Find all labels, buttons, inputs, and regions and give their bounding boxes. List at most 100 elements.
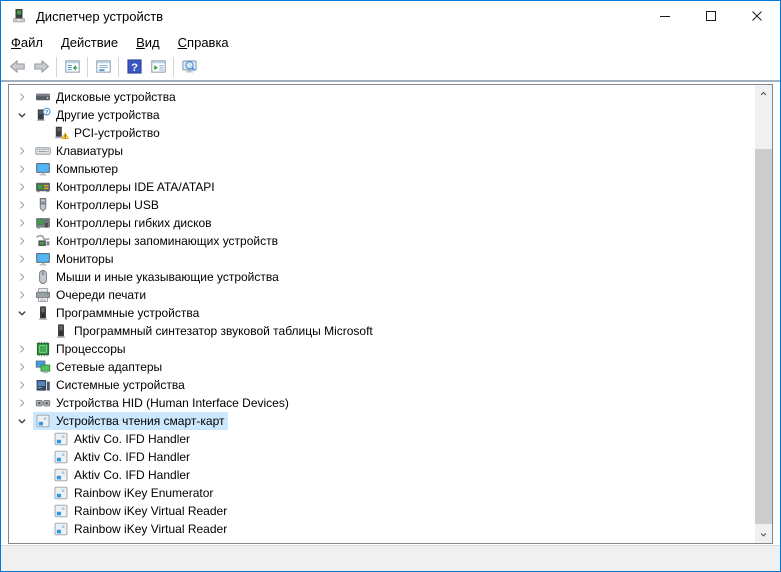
chevron-right-icon[interactable]	[14, 287, 30, 303]
chevron-right-icon[interactable]	[14, 89, 30, 105]
tree-row-label: Дисковые устройства	[56, 90, 176, 104]
device-tree: Дисковые устройства ?Другие устройстваPCI…	[9, 88, 755, 543]
tree-row-body[interactable]: Дисковые устройства	[33, 88, 180, 106]
tree-row[interactable]: Rainbow iKey Enumerator	[9, 484, 755, 502]
tree-row[interactable]: Программный синтезатор звуковой таблицы …	[9, 322, 755, 340]
properties-button[interactable]	[91, 55, 115, 79]
help-button[interactable]: ?	[122, 55, 146, 79]
tree-row-body[interactable]: Компьютер	[33, 160, 122, 178]
usb-icon	[35, 197, 51, 213]
tree-row[interactable]: Устройства чтения смарт-карт	[9, 412, 755, 430]
tree-row[interactable]: Сетевые адаптеры	[9, 358, 755, 376]
tree-row-body[interactable]: Aktiv Co. IFD Handler	[51, 448, 194, 466]
tree-row[interactable]: Клавиатуры	[9, 142, 755, 160]
chevron-right-icon[interactable]	[14, 269, 30, 285]
tree-row-body[interactable]: Контроллеры запоминающих устройств	[33, 232, 282, 250]
tree-row-label: Устройства HID (Human Interface Devices)	[56, 396, 289, 410]
tree-row-body[interactable]: Контроллеры гибких дисков	[33, 214, 216, 232]
tree-row[interactable]: Системные устройства	[9, 376, 755, 394]
tree-row-body[interactable]: PCI-устройство	[51, 124, 164, 142]
forward-button[interactable]	[29, 55, 53, 79]
smart-card-reader-icon	[53, 503, 69, 519]
tree-row[interactable]: Rainbow iKey Virtual Reader	[9, 520, 755, 538]
chevron-right-icon[interactable]	[14, 395, 30, 411]
minimize-button[interactable]	[642, 1, 688, 31]
tree-row[interactable]: Aktiv Co. IFD Handler	[9, 430, 755, 448]
chevron-right-icon[interactable]	[14, 359, 30, 375]
menu-file[interactable]: Файл	[2, 33, 52, 52]
tree-row-body[interactable]: Программные устройства	[33, 304, 203, 322]
tree-row-body[interactable]: ?Другие устройства	[33, 106, 164, 124]
tree-row-body[interactable]: Системные устройства	[33, 376, 189, 394]
chevron-down-icon[interactable]	[14, 107, 30, 123]
scrollbar-thumb[interactable]	[755, 149, 772, 524]
tree-row[interactable]: Процессоры	[9, 340, 755, 358]
chevron-down-icon[interactable]	[14, 305, 30, 321]
warning-device-icon	[53, 125, 69, 141]
processor-icon	[35, 341, 51, 357]
tree-row-body[interactable]: Очереди печати	[33, 286, 150, 304]
tree-row[interactable]: Очереди печати	[9, 286, 755, 304]
tree-row[interactable]: Контроллеры гибких дисков	[9, 214, 755, 232]
tree-row[interactable]: PCI-устройство	[9, 124, 755, 142]
chevron-right-icon[interactable]	[14, 251, 30, 267]
tree-row-body[interactable]: Rainbow iKey Virtual Reader	[51, 520, 231, 538]
tree-row[interactable]: ?Другие устройства	[9, 106, 755, 124]
tree-row-body[interactable]: Aktiv Co. IFD Handler	[51, 466, 194, 484]
show-console-tree-button[interactable]	[60, 55, 84, 79]
tree-row-body[interactable]: Процессоры	[33, 340, 130, 358]
chevron-up-icon	[758, 88, 769, 99]
software-device-icon	[35, 305, 51, 321]
tree-row-body[interactable]: Устройства HID (Human Interface Devices)	[33, 394, 293, 412]
tree-row-body[interactable]: Rainbow iKey Virtual Reader	[51, 502, 231, 520]
chevron-right-icon[interactable]	[14, 377, 30, 393]
scan-hardware-changes-button[interactable]	[177, 55, 201, 79]
close-button[interactable]	[734, 1, 780, 31]
chevron-spacer	[32, 503, 48, 519]
maximize-button[interactable]	[688, 1, 734, 31]
tree-row-body[interactable]: Клавиатуры	[33, 142, 127, 160]
vertical-scrollbar[interactable]	[755, 85, 772, 543]
show-action-pane-button[interactable]	[146, 55, 170, 79]
chevron-right-icon[interactable]	[14, 179, 30, 195]
tree-row[interactable]: Устройства HID (Human Interface Devices)	[9, 394, 755, 412]
tree-row-label: Процессоры	[56, 342, 126, 356]
chevron-spacer	[32, 125, 48, 141]
tree-row-body[interactable]: Программный синтезатор звуковой таблицы …	[51, 322, 377, 340]
scroll-down-button[interactable]	[755, 526, 772, 543]
chevron-right-icon[interactable]	[14, 233, 30, 249]
tree-row-body[interactable]: Мыши и иные указывающие устройства	[33, 268, 283, 286]
tree-row[interactable]: Программные устройства	[9, 304, 755, 322]
back-button[interactable]	[5, 55, 29, 79]
storage-controller-icon	[35, 233, 51, 249]
tree-row-body[interactable]: Rainbow iKey Enumerator	[51, 484, 217, 502]
tree-row[interactable]: Aktiv Co. IFD Handler	[9, 466, 755, 484]
chevron-right-icon[interactable]	[14, 197, 30, 213]
chevron-right-icon[interactable]	[14, 143, 30, 159]
tree-row[interactable]: Мыши и иные указывающие устройства	[9, 268, 755, 286]
title-bar[interactable]: Диспетчер устройств	[1, 1, 780, 31]
menu-action[interactable]: Действие	[52, 33, 127, 52]
menu-view[interactable]: Вид	[127, 33, 169, 52]
tree-row[interactable]: Контроллеры IDE ATA/ATAPI	[9, 178, 755, 196]
tree-row[interactable]: Контроллеры запоминающих устройств	[9, 232, 755, 250]
tree-row-body[interactable]: Контроллеры IDE ATA/ATAPI	[33, 178, 219, 196]
tree-row-body[interactable]: Сетевые адаптеры	[33, 358, 166, 376]
chevron-down-icon[interactable]	[14, 413, 30, 429]
scroll-up-button[interactable]	[755, 85, 772, 102]
tree-row[interactable]: Rainbow iKey Virtual Reader	[9, 502, 755, 520]
chevron-right-icon[interactable]	[14, 341, 30, 357]
chevron-right-icon[interactable]	[14, 215, 30, 231]
menu-help[interactable]: Справка	[169, 33, 238, 52]
tree-row[interactable]: Мониторы	[9, 250, 755, 268]
tree-row[interactable]: Aktiv Co. IFD Handler	[9, 448, 755, 466]
chevron-right-icon[interactable]	[14, 161, 30, 177]
tree-row[interactable]: Контроллеры USB	[9, 196, 755, 214]
tree-row-body[interactable]: Мониторы	[33, 250, 117, 268]
tree-row-body[interactable]: Aktiv Co. IFD Handler	[51, 430, 194, 448]
tree-row-body[interactable]: Контроллеры USB	[33, 196, 163, 214]
tree-row[interactable]: Дисковые устройства	[9, 88, 755, 106]
tree-row-body[interactable]: Устройства чтения смарт-карт	[33, 412, 228, 430]
tree-row-label: Aktiv Co. IFD Handler	[74, 468, 190, 482]
tree-row[interactable]: Компьютер	[9, 160, 755, 178]
